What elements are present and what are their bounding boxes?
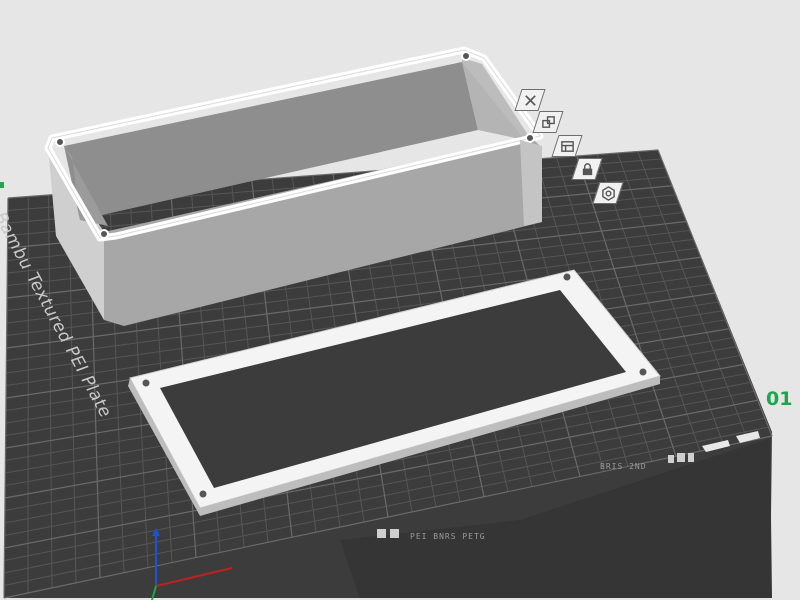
plate-bottom-text: PEI BNRS PETG	[410, 532, 486, 541]
arrange-button[interactable]	[532, 111, 564, 133]
axis-indicator	[0, 182, 4, 188]
3d-viewport[interactable]	[0, 0, 800, 600]
orient-button[interactable]	[551, 135, 583, 157]
gear-icon	[601, 185, 615, 201]
delete-plate-button[interactable]	[514, 89, 546, 111]
plate-corner-text: BRIS 2ND	[600, 462, 647, 471]
close-icon	[524, 94, 536, 106]
plate-number[interactable]: 01	[766, 388, 792, 410]
arrange-icon	[541, 115, 555, 128]
lock-plate-button[interactable]	[571, 158, 603, 180]
plate-settings-button[interactable]	[592, 182, 624, 204]
lock-icon	[582, 162, 592, 175]
orient-icon	[560, 140, 574, 152]
